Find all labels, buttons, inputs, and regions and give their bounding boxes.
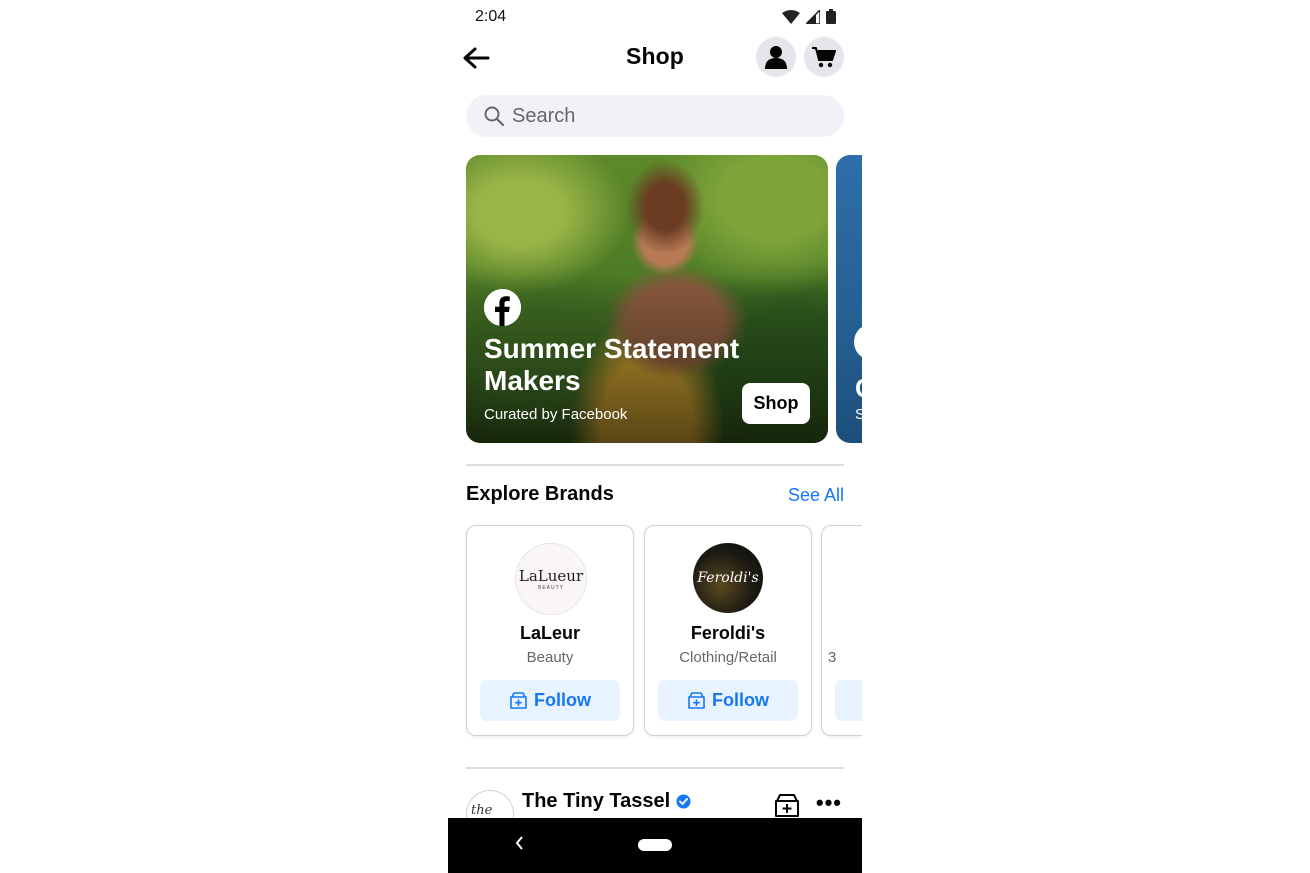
verified-icon	[676, 794, 691, 809]
status-icons	[782, 9, 836, 24]
shop-follow-icon	[688, 692, 705, 709]
header: Shop	[448, 34, 862, 82]
follow-button[interactable]: Follow	[658, 680, 798, 721]
divider	[466, 464, 844, 466]
shop-name[interactable]: The Tiny Tassel	[522, 790, 691, 813]
battery-icon	[826, 9, 836, 24]
brand-logo: LaLueur BEAUTY	[515, 543, 587, 615]
explore-brands-title: Explore Brands	[466, 483, 614, 505]
next-card-logo-icon	[854, 325, 862, 359]
wifi-icon	[782, 9, 800, 24]
shop-follow-icon	[510, 692, 527, 709]
page-title: Shop	[626, 43, 684, 69]
profile-button[interactable]	[756, 37, 796, 77]
see-all-link[interactable]: See All	[788, 485, 844, 506]
brand-name: Feroldi's	[690, 623, 766, 643]
featured-collection-card[interactable]: Summer Statement Makers Curated by Faceb…	[466, 155, 828, 443]
phone-screen: 2:04 Shop Summer Statement Makers Curate…	[448, 0, 862, 873]
brand-category: Beauty	[526, 649, 574, 666]
next-card-subtitle: S	[855, 406, 862, 423]
cart-icon	[812, 47, 836, 68]
brand-logo: Feroldi's	[693, 543, 763, 613]
brand-card[interactable]: 3	[821, 525, 862, 736]
brand-name: LaLeur	[519, 623, 580, 643]
search-input[interactable]	[512, 95, 812, 137]
brand-category: Clothing/Retail	[679, 649, 777, 666]
brand-category: 3	[828, 649, 837, 666]
cart-button[interactable]	[804, 37, 844, 77]
brand-card[interactable]: Feroldi's Feroldi's Clothing/Retail Foll…	[644, 525, 812, 736]
status-bar: 2:04	[448, 0, 862, 34]
hero-subtitle: Curated by Facebook	[484, 406, 628, 423]
hero-title: Summer Statement Makers	[484, 333, 740, 396]
brand-card[interactable]: LaLueur BEAUTY LaLeur Beauty Follow	[466, 525, 634, 736]
nav-home-button[interactable]	[638, 839, 672, 851]
follow-button[interactable]	[835, 680, 862, 721]
facebook-logo-icon	[484, 289, 521, 326]
signal-icon	[806, 9, 820, 24]
status-time: 2:04	[475, 8, 507, 25]
next-collection-card[interactable]: C S	[836, 155, 862, 443]
search-bar[interactable]	[466, 95, 844, 137]
follow-button[interactable]: Follow	[480, 680, 620, 721]
next-card-title: C	[855, 373, 862, 404]
profile-icon	[765, 46, 787, 69]
nav-back-icon[interactable]	[514, 835, 524, 851]
system-nav-bar	[448, 818, 862, 873]
shop-follow-icon[interactable]	[774, 792, 800, 818]
more-icon[interactable]: •••	[816, 790, 842, 816]
hero-shop-button[interactable]: Shop	[742, 383, 810, 424]
divider	[466, 767, 844, 769]
search-icon	[484, 106, 504, 126]
